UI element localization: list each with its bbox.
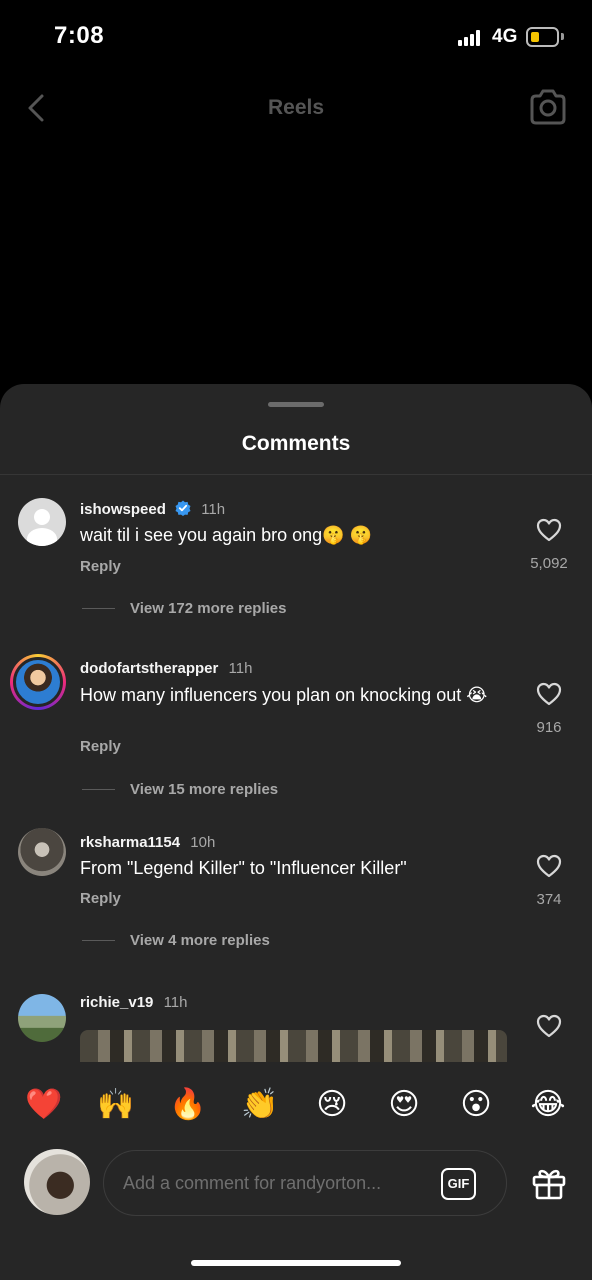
avatar[interactable] (18, 828, 66, 876)
replies-line (82, 608, 115, 609)
view-replies-label: View 172 more replies (130, 600, 287, 617)
avatar[interactable] (18, 994, 66, 1042)
home-indicator (191, 1260, 401, 1266)
comment-time: 11h (228, 660, 253, 677)
comment-header: richie_v19 11h (80, 994, 187, 1011)
like-count: 374 (536, 891, 562, 908)
network-label: 4G (492, 26, 518, 47)
user-avatar (24, 1149, 90, 1215)
emoji-wow-button[interactable]: 😮 (451, 1080, 501, 1130)
emoji-fire-button[interactable]: 🔥 (163, 1080, 213, 1130)
gif-preview[interactable] (80, 1030, 507, 1062)
sheet-title: Comments (241, 432, 351, 455)
heart-icon[interactable] (536, 854, 562, 878)
username[interactable]: richie_v19 (80, 994, 153, 1011)
username[interactable]: rksharma1154 (80, 834, 180, 851)
gift-icon[interactable] (531, 1165, 567, 1201)
comment-header: rksharma1154 10h (80, 834, 215, 851)
emoji-heart-eyes-button[interactable]: 😍 (379, 1080, 429, 1130)
emoji-clap-button[interactable]: 👏 (235, 1080, 285, 1130)
emoji-bar: ❤️ 🙌 🔥 👏 😢 😍 😮 😂 (0, 1080, 592, 1130)
comment-text: wait til i see you again bro ong🤫 🤫 (80, 525, 372, 545)
heart-icon[interactable] (536, 518, 562, 542)
comments-sheet: Comments ishowspeed 11h wait til i see y… (0, 384, 592, 1280)
emoji-laugh-button[interactable]: 😂 (523, 1080, 573, 1130)
comment-header: dodofartstherapper 11h (80, 660, 252, 677)
view-replies-button[interactable]: View 172 more replies (82, 600, 286, 617)
replies-line (82, 940, 115, 941)
comment-header: ishowspeed 11h (80, 500, 225, 518)
username[interactable]: ishowspeed (80, 501, 166, 518)
comment-time: 11h (201, 501, 226, 518)
drag-handle[interactable] (268, 402, 324, 407)
comment-list[interactable]: ishowspeed 11h wait til i see you again … (0, 476, 592, 1062)
comment-time: 11h (163, 994, 188, 1011)
reels-header: Reels (0, 80, 592, 140)
avatar[interactable] (10, 654, 66, 710)
heart-icon[interactable] (536, 1014, 562, 1038)
emoji-raised-hands-button[interactable]: 🙌 (91, 1080, 141, 1130)
comment-text: From "Legend Killer" to "Influencer Kill… (80, 858, 407, 878)
view-replies-button[interactable]: View 15 more replies (82, 781, 278, 798)
view-replies-button[interactable]: View 4 more replies (82, 932, 270, 949)
battery-cap (561, 33, 564, 40)
reply-button[interactable]: Reply (80, 558, 121, 575)
signal-icon (458, 30, 484, 46)
status-bar: 7:08 4G (0, 0, 592, 80)
reply-button[interactable]: Reply (80, 890, 121, 907)
divider (0, 474, 592, 475)
like-count: 5,092 (530, 555, 568, 572)
heart-icon[interactable] (536, 682, 562, 706)
comment-input[interactable]: Add a comment for randyorton... GIF (103, 1150, 507, 1216)
camera-icon[interactable] (528, 88, 568, 126)
comment-time: 10h (190, 834, 216, 851)
replies-line (82, 789, 115, 790)
emoji-heart-button[interactable]: ❤️ (19, 1080, 69, 1130)
battery-icon (526, 27, 559, 47)
avatar[interactable] (18, 498, 66, 546)
status-time: 7:08 (54, 22, 105, 49)
like-count: 916 (536, 719, 562, 736)
comment-text: How many influencers you plan on knockin… (80, 685, 488, 705)
view-replies-label: View 4 more replies (130, 932, 270, 949)
emoji-cry-button[interactable]: 😢 (307, 1080, 357, 1130)
page-title: Reels (267, 96, 325, 119)
view-replies-label: View 15 more replies (130, 781, 279, 798)
reply-button[interactable]: Reply (80, 738, 121, 755)
gif-button[interactable]: GIF (441, 1168, 476, 1200)
verified-badge-icon (175, 500, 191, 516)
username[interactable]: dodofartstherapper (80, 660, 218, 677)
comment-input-placeholder: Add a comment for randyorton... (123, 1173, 382, 1193)
